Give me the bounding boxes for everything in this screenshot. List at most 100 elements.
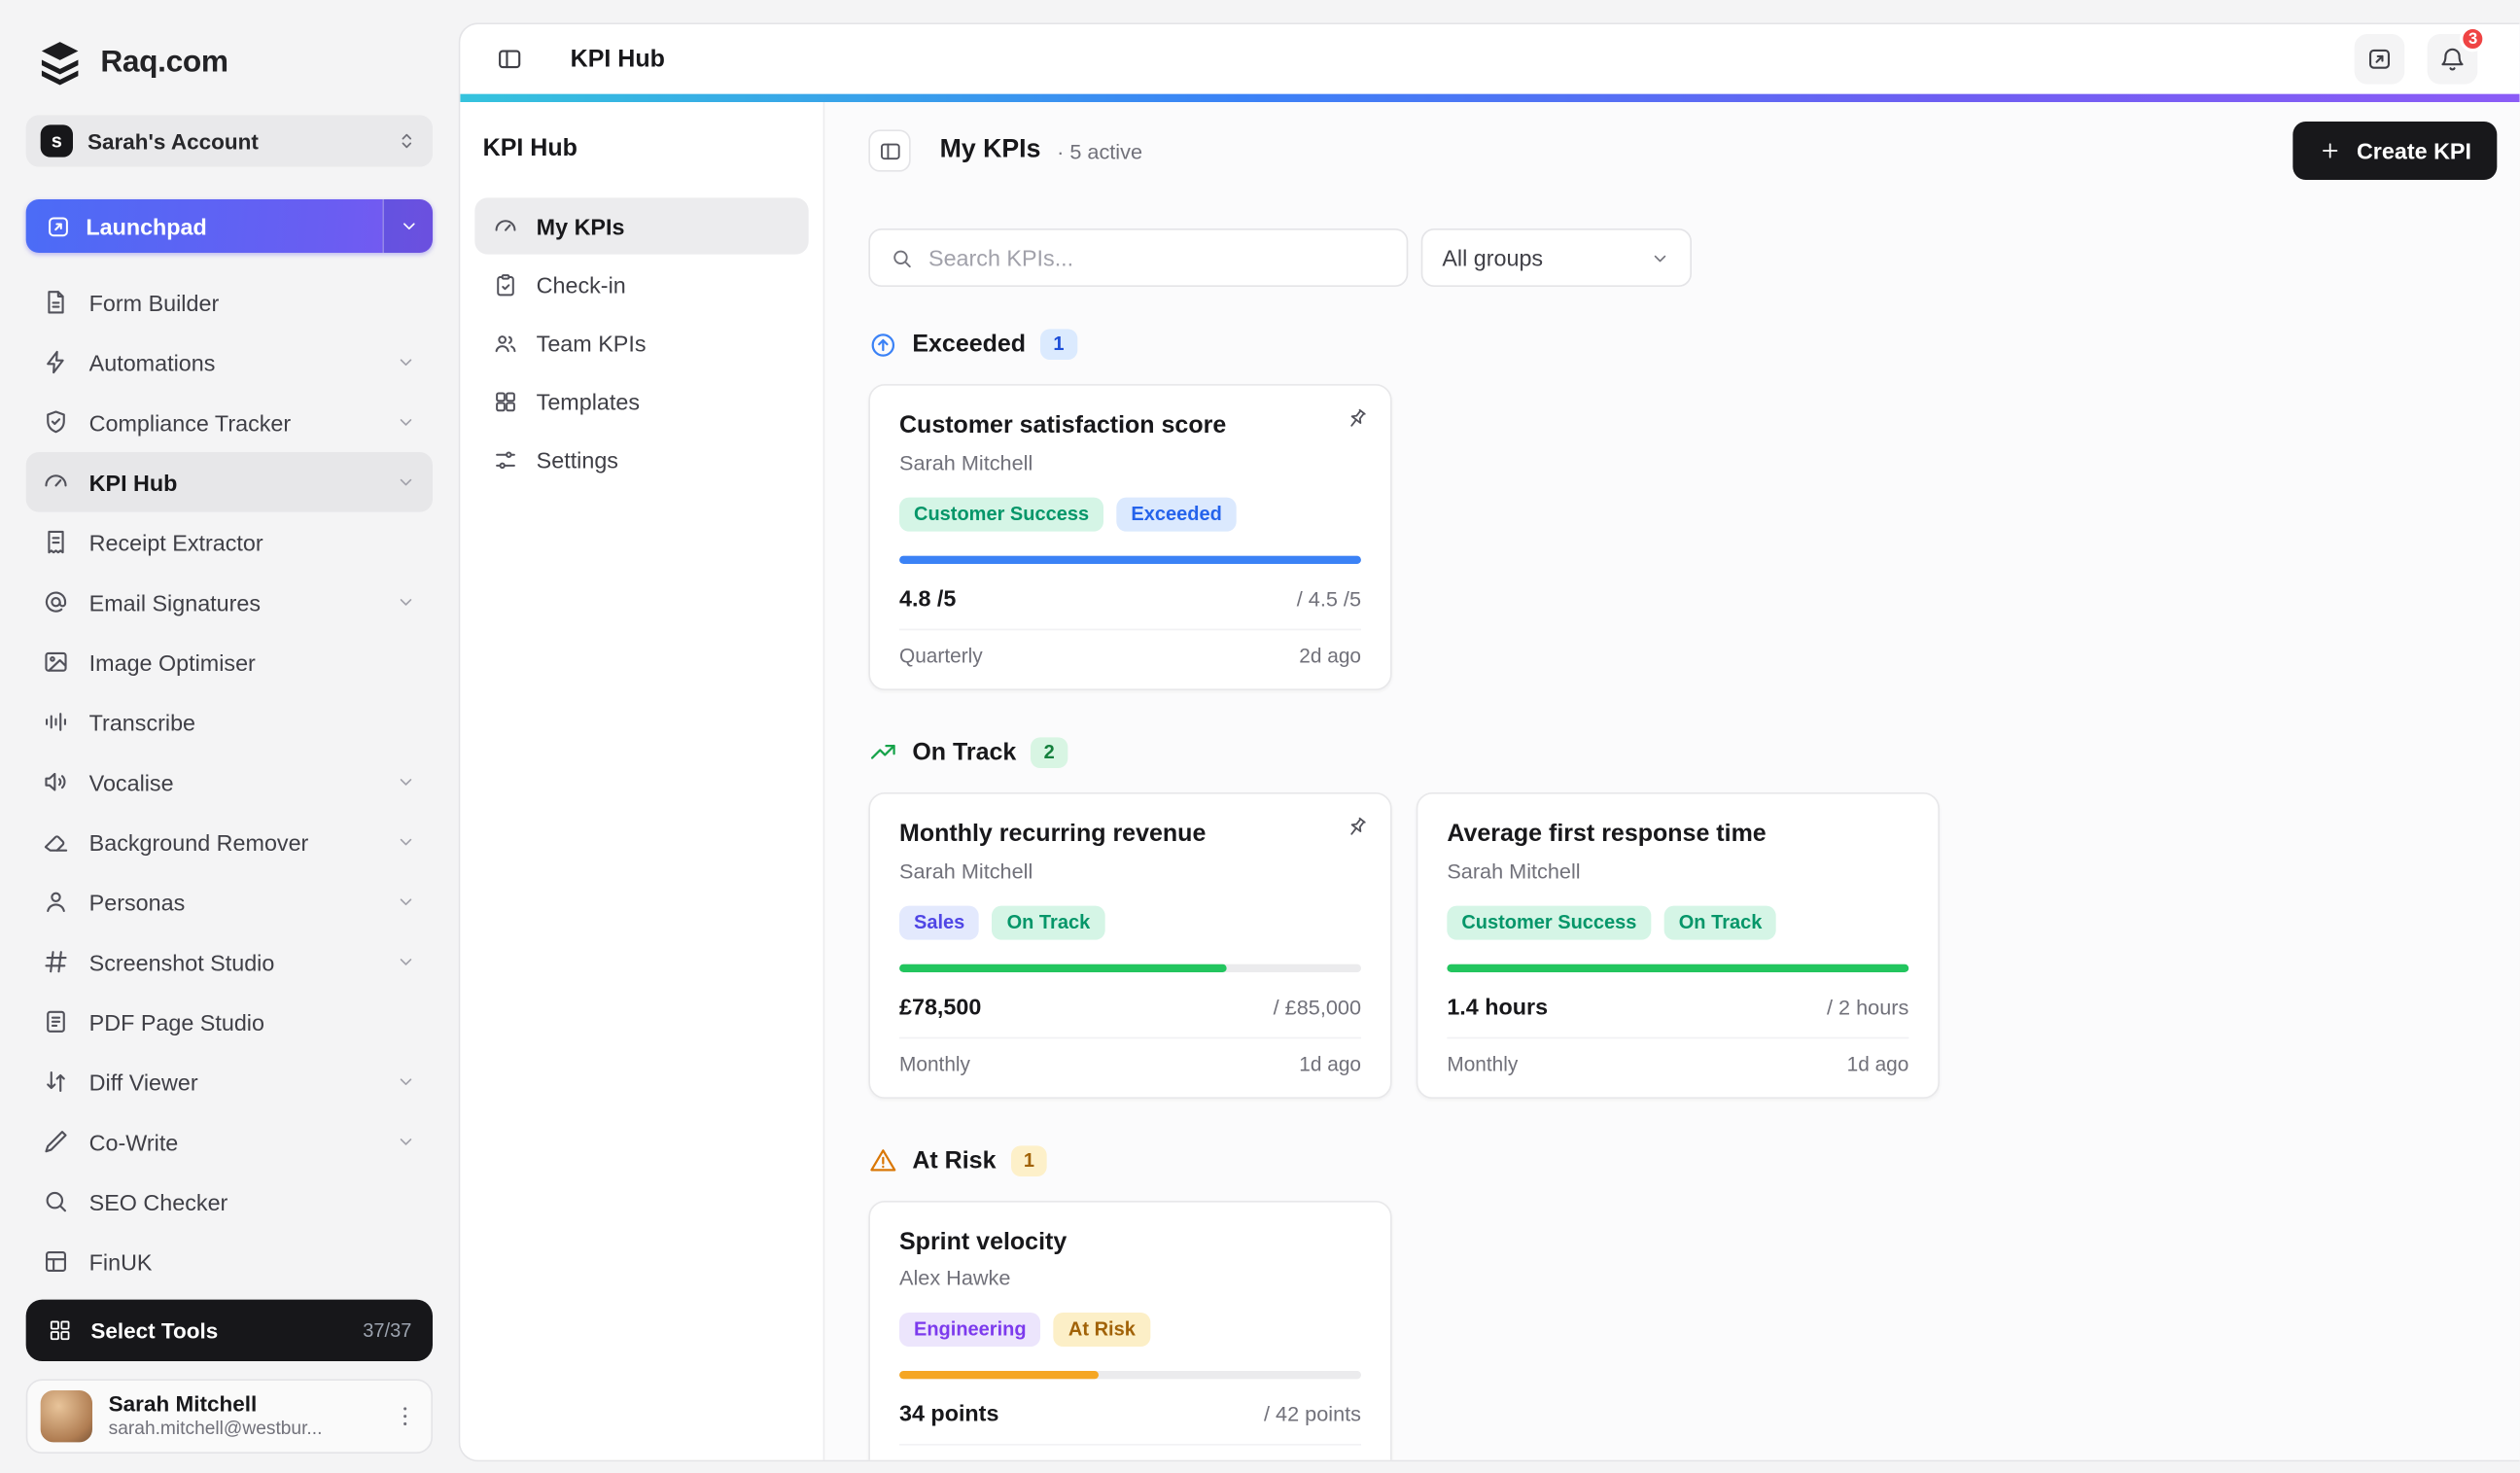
shield-check-icon xyxy=(42,408,69,436)
search-box[interactable] xyxy=(868,228,1408,287)
sidebar-toggle-button[interactable] xyxy=(488,37,532,81)
account-label: Sarah's Account xyxy=(88,129,381,154)
sidebar-item-screenshot-studio[interactable]: Screenshot Studio xyxy=(26,931,433,992)
subnav-item-label: Team KPIs xyxy=(537,330,647,356)
sidebar-item-form-builder[interactable]: Form Builder xyxy=(26,272,433,333)
zap-icon xyxy=(42,348,69,375)
progress-fill xyxy=(899,964,1227,971)
user-email: sarah.mitchell@westbur... xyxy=(109,1418,376,1441)
avatar xyxy=(41,1390,92,1442)
sliders-icon xyxy=(493,446,519,473)
sidebar-item-finuk[interactable]: FinUK xyxy=(26,1232,433,1292)
launchpad-label: Launchpad xyxy=(86,213,206,239)
kpi-card[interactable]: Average first response time Sarah Mitche… xyxy=(1417,792,1940,1099)
kpi-card[interactable]: Monthly recurring revenue Sarah Mitchell… xyxy=(868,792,1391,1099)
sidebar-item-label: Vocalise xyxy=(89,769,174,795)
kpi-value: 34 points xyxy=(899,1400,998,1426)
sidebar-item-co-write[interactable]: Co-Write xyxy=(26,1111,433,1172)
sidebar-item-receipt-extractor[interactable]: Receipt Extractor xyxy=(26,512,433,573)
sidebar-item-label: Transcribe xyxy=(89,709,195,735)
sidebar-item-diff-viewer[interactable]: Diff Viewer xyxy=(26,1052,433,1112)
subnav-item-label: Templates xyxy=(537,388,640,414)
sidebar-item-vocalise[interactable]: Vocalise xyxy=(26,752,433,812)
subnav-item-my-kpis[interactable]: My KPIs xyxy=(474,197,808,254)
tag-exceeded: Exceeded xyxy=(1116,497,1236,531)
select-tools-button[interactable]: Select Tools 37/37 xyxy=(26,1300,433,1361)
subnav-item-label: Settings xyxy=(537,446,618,473)
subnav-title: KPI Hub xyxy=(483,134,809,161)
image-icon xyxy=(42,649,69,676)
chevron-down-icon xyxy=(396,1131,417,1152)
share-button[interactable] xyxy=(2355,34,2405,85)
chevrons-up-down-icon xyxy=(396,129,418,152)
content-title: My KPIs xyxy=(940,136,1041,165)
kpi-target: / 42 points xyxy=(1264,1402,1361,1426)
pin-icon[interactable] xyxy=(1344,406,1370,433)
group-filter-select[interactable]: All groups xyxy=(1421,228,1692,287)
sidebar-item-pdf-page-studio[interactable]: PDF Page Studio xyxy=(26,992,433,1052)
search-input[interactable] xyxy=(928,245,1387,271)
content-header: My KPIs · 5 active Create KPI xyxy=(868,122,2497,180)
sidebar-item-email-signatures[interactable]: Email Signatures xyxy=(26,572,433,632)
launchpad-button[interactable]: Launchpad xyxy=(26,199,433,253)
sidebar: Raq.com s Sarah's Account Launchpad xyxy=(0,0,459,1473)
table-grid-icon xyxy=(42,1247,69,1275)
pin-icon[interactable] xyxy=(1344,815,1370,841)
create-kpi-button[interactable]: Create KPI xyxy=(2293,122,2498,180)
sidebar-item-transcribe[interactable]: Transcribe xyxy=(26,692,433,753)
sidebar-item-image-optimiser[interactable]: Image Optimiser xyxy=(26,632,433,692)
section-count-badge: 1 xyxy=(1010,1145,1047,1176)
kpi-updated: 1d ago xyxy=(1847,1053,1909,1075)
sidebar-item-label: Automations xyxy=(89,349,216,375)
raq-logo-icon xyxy=(36,39,85,88)
kpi-card[interactable]: Sprint velocity Alex Hawke Engineering A… xyxy=(868,1200,1391,1460)
tag-on-track: On Track xyxy=(993,905,1105,939)
subnav-item-label: Check-in xyxy=(537,271,626,298)
sidebar-item-automations[interactable]: Automations xyxy=(26,333,433,393)
chevron-down-icon[interactable] xyxy=(382,199,433,253)
kpi-card[interactable]: Customer satisfaction score Sarah Mitche… xyxy=(868,384,1391,690)
subnav-item-templates[interactable]: Templates xyxy=(474,372,808,429)
subnav-item-team-kpis[interactable]: Team KPIs xyxy=(474,314,808,370)
subnav-item-check-in[interactable]: Check-in xyxy=(474,256,808,312)
kpi-cadence: Monthly xyxy=(1447,1053,1518,1075)
kpi-card-owner: Sarah Mitchell xyxy=(899,450,1361,474)
sidebar-item-label: Receipt Extractor xyxy=(89,529,263,555)
kpi-value: £78,500 xyxy=(899,993,981,1019)
receipt-icon xyxy=(42,528,69,555)
trending-up-icon xyxy=(868,738,897,767)
section-title: Exceeded xyxy=(912,331,1026,358)
more-options-icon[interactable] xyxy=(392,1403,418,1429)
waveform-icon xyxy=(42,708,69,735)
sidebar-item-kpi-hub[interactable]: KPI Hub xyxy=(26,452,433,512)
sidebar-item-seo-checker[interactable]: SEO Checker xyxy=(26,1172,433,1232)
sidebar-item-label: Screenshot Studio xyxy=(89,949,275,975)
tag-engineering: Engineering xyxy=(899,1313,1041,1347)
account-switcher[interactable]: s Sarah's Account xyxy=(26,115,433,166)
sidebar-item-background-remover[interactable]: Background Remover xyxy=(26,812,433,872)
panel-toggle-button[interactable] xyxy=(868,129,910,171)
kpi-value: 1.4 hours xyxy=(1447,993,1548,1019)
sidebar-item-label: Email Signatures xyxy=(89,589,261,615)
sidebar-item-personas[interactable]: Personas xyxy=(26,872,433,932)
kpi-cadence: Quarterly xyxy=(899,645,983,667)
kpi-card-title: Customer satisfaction score xyxy=(899,411,1361,441)
progress-fill xyxy=(899,1371,1098,1379)
plus-icon xyxy=(2320,139,2342,161)
logo: Raq.com xyxy=(26,21,433,99)
subnav-item-settings[interactable]: Settings xyxy=(474,431,808,487)
tag-at-risk: At Risk xyxy=(1054,1313,1150,1347)
subnav-item-label: My KPIs xyxy=(537,213,625,239)
tag-row: Sales On Track xyxy=(899,905,1361,939)
gauge-icon xyxy=(493,213,519,239)
user-profile[interactable]: Sarah Mitchell sarah.mitchell@westbur... xyxy=(26,1379,433,1454)
app: Raq.com s Sarah's Account Launchpad xyxy=(0,0,2520,1473)
kpi-target: / 2 hours xyxy=(1827,995,1908,1019)
sidebar-item-compliance-tracker[interactable]: Compliance Tracker xyxy=(26,392,433,452)
gauge-icon xyxy=(42,469,69,496)
speaker-icon xyxy=(42,768,69,795)
kpi-target: / 4.5 /5 xyxy=(1297,586,1361,611)
active-count: · 5 active xyxy=(1057,139,1142,163)
sidebar-item-label: Image Optimiser xyxy=(89,649,256,676)
notifications-button[interactable]: 3 xyxy=(2428,34,2478,85)
